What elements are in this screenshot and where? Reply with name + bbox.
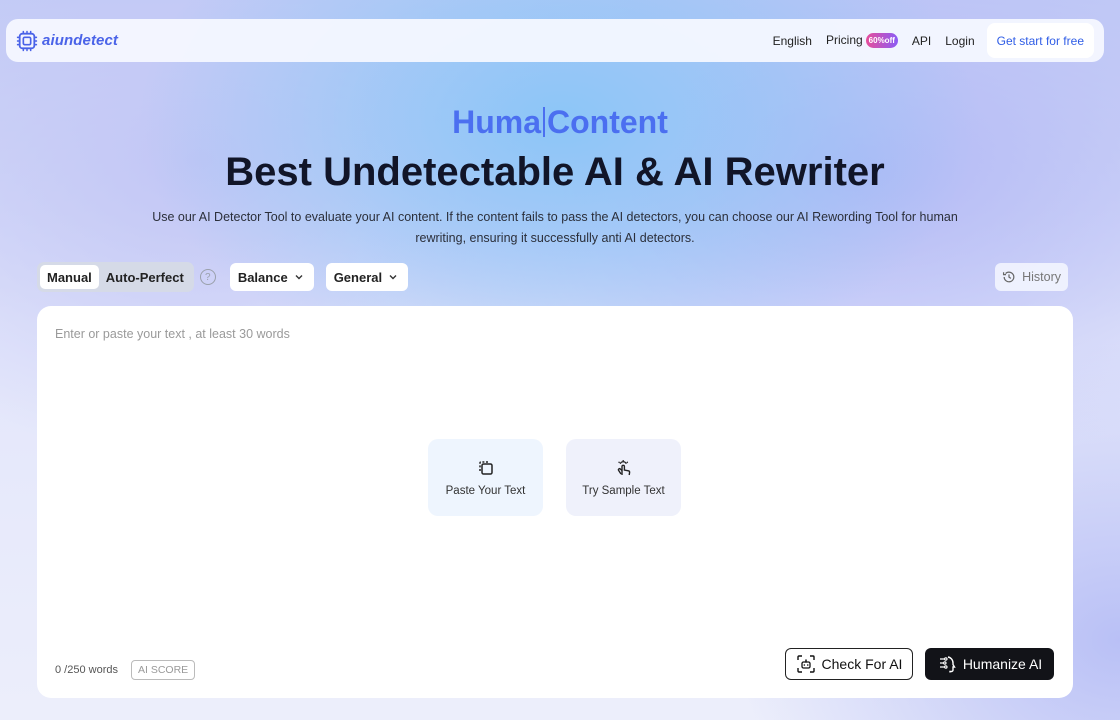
nav-api[interactable]: API: [912, 34, 931, 48]
discount-badge: 60%off: [865, 33, 898, 49]
purpose-select-value: General: [333, 269, 383, 285]
nav-pricing[interactable]: Pricing 60%off: [825, 32, 898, 49]
humanize-ai-label: Humanize AI: [962, 656, 1043, 672]
mode-toggle: Manual Auto-Perfect: [37, 262, 194, 292]
word-counter: 0 /250 words: [55, 664, 118, 676]
hero-description: Use our AI Detector Tool to evaluate you…: [152, 210, 958, 245]
check-for-ai-button[interactable]: Check For AI: [785, 648, 913, 680]
purpose-select[interactable]: General: [325, 263, 409, 291]
mode-select-value: Balance: [237, 269, 288, 285]
humanize-ai-button[interactable]: Humanize AI: [925, 648, 1054, 680]
top-navbar: aiundetect English Pricing 60%off API Log…: [6, 19, 1104, 62]
get-started-button[interactable]: Get start for free: [986, 23, 1094, 58]
try-sample-button[interactable]: Try Sample Text: [566, 439, 681, 516]
main-nav: English Pricing 60%off API Login Get star…: [773, 23, 1094, 58]
human-ai-icon: [939, 656, 956, 673]
ai-score-badge: AI SCORE: [131, 660, 196, 680]
editor-controls: Manual Auto-Perfect ? Balance General Hi…: [37, 262, 1068, 292]
typed-text-before: Huma: [452, 104, 542, 140]
page-title: Best Undetectable AI & AI Rewriter: [225, 150, 885, 194]
help-circle-icon[interactable]: ?: [199, 269, 216, 285]
chevron-down-icon: [389, 275, 397, 280]
history-button[interactable]: History: [995, 263, 1068, 291]
history-icon: [1003, 271, 1015, 283]
history-label: History: [1022, 270, 1061, 284]
check-for-ai-label: Check For AI: [821, 656, 903, 672]
typing-caret: [543, 107, 546, 137]
paste-text-label: Paste Your Text: [445, 484, 526, 497]
nav-language[interactable]: English: [773, 34, 812, 48]
tap-hand-icon: [617, 459, 630, 475]
text-editor[interactable]: Enter or paste your text , at least 30 w…: [37, 306, 1073, 698]
editor-placeholder: Enter or paste your text , at least 30 w…: [55, 327, 290, 341]
typed-text-after: Content: [547, 104, 668, 140]
chip-logo-icon: [16, 30, 38, 51]
brand-name: aiundetect: [42, 32, 119, 49]
clipboard-icon: [478, 460, 493, 475]
try-sample-label: Try Sample Text: [582, 484, 665, 497]
chevron-down-icon: [295, 275, 303, 280]
scan-robot-icon: [796, 655, 815, 673]
nav-login[interactable]: Login: [945, 34, 974, 48]
mode-select[interactable]: Balance: [229, 263, 314, 291]
mode-auto-perfect-tab[interactable]: Auto-Perfect: [99, 265, 191, 289]
paste-text-button[interactable]: Paste Your Text: [428, 439, 543, 516]
brand-logo[interactable]: aiundetect: [16, 30, 118, 52]
hero-typed-heading: Huma Content: [0, 104, 1120, 141]
nav-pricing-label: Pricing: [825, 32, 863, 47]
mode-manual-tab[interactable]: Manual: [40, 265, 99, 289]
